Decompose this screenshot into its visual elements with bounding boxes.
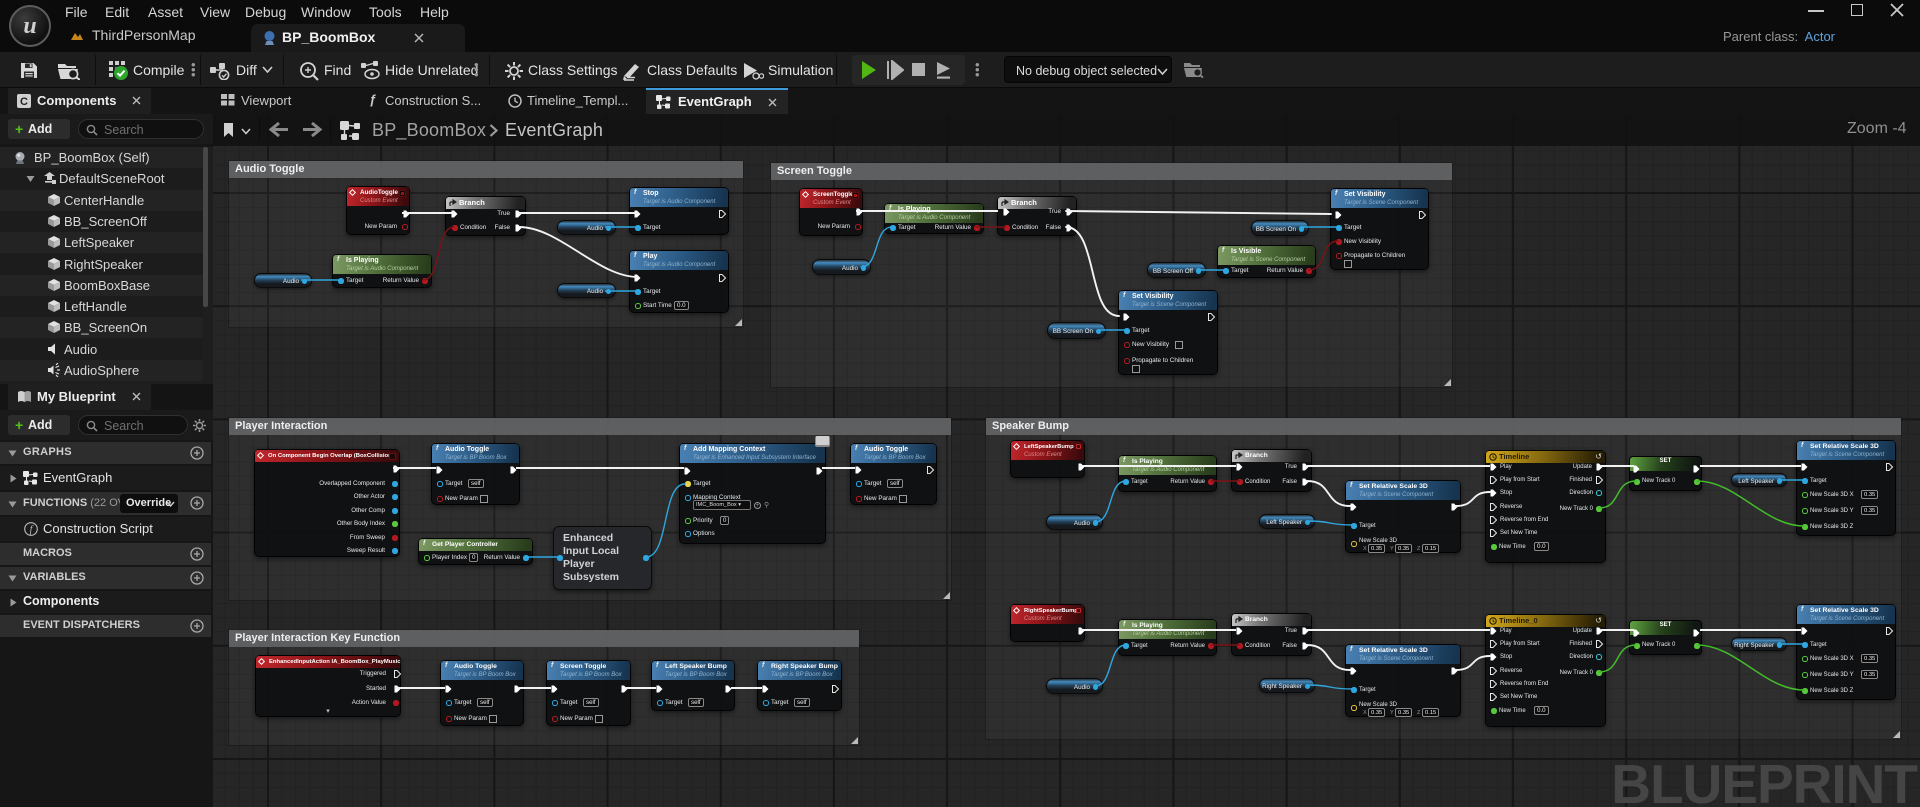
- svg-text:f: f: [30, 525, 34, 536]
- svg-text:C: C: [20, 96, 28, 108]
- svg-text:u: u: [23, 13, 36, 39]
